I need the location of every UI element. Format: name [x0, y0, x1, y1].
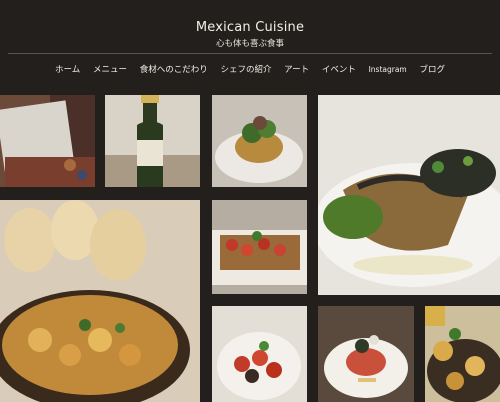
nav-art[interactable]: アート: [284, 65, 309, 75]
gift-box-photo[interactable]: [0, 95, 95, 187]
main-nav: ホーム メニュー 食材へのこだわり シェフの紹介 アート イベント Instag…: [0, 63, 500, 75]
tomato-tostada-photo[interactable]: [212, 200, 307, 294]
fried-plate-with-greens-photo[interactable]: [212, 95, 307, 187]
nav-chef[interactable]: シェフの紹介: [220, 65, 271, 75]
shrimp-cazuela-with-bread-photo[interactable]: [0, 200, 200, 402]
nav-menu[interactable]: メニュー: [93, 65, 127, 75]
nav-instagram[interactable]: Instagram: [369, 65, 407, 74]
seafood-pasta-photo[interactable]: [425, 306, 500, 402]
tomato-salsa-plate-photo[interactable]: [212, 306, 307, 402]
site-subtitle: 心も体も喜ぶ食事: [215, 39, 284, 49]
site-title[interactable]: Mexican Cuisine: [0, 20, 500, 35]
fish-fillet-with-pesto-photo[interactable]: [318, 95, 500, 295]
nav-home[interactable]: ホーム: [55, 65, 80, 75]
nav-blog[interactable]: ブログ: [419, 65, 445, 75]
nav-events[interactable]: イベント: [322, 65, 356, 75]
site-header: Mexican Cuisine 心も体も喜ぶ食事 ホーム メニュー 食材へのこだ…: [0, 0, 500, 92]
nav-ingredients[interactable]: 食材へのこだわり: [140, 65, 208, 75]
garnished-stack-plate-photo[interactable]: [318, 306, 414, 402]
header-divider: [8, 53, 492, 54]
champagne-bottle-photo[interactable]: [105, 95, 200, 187]
